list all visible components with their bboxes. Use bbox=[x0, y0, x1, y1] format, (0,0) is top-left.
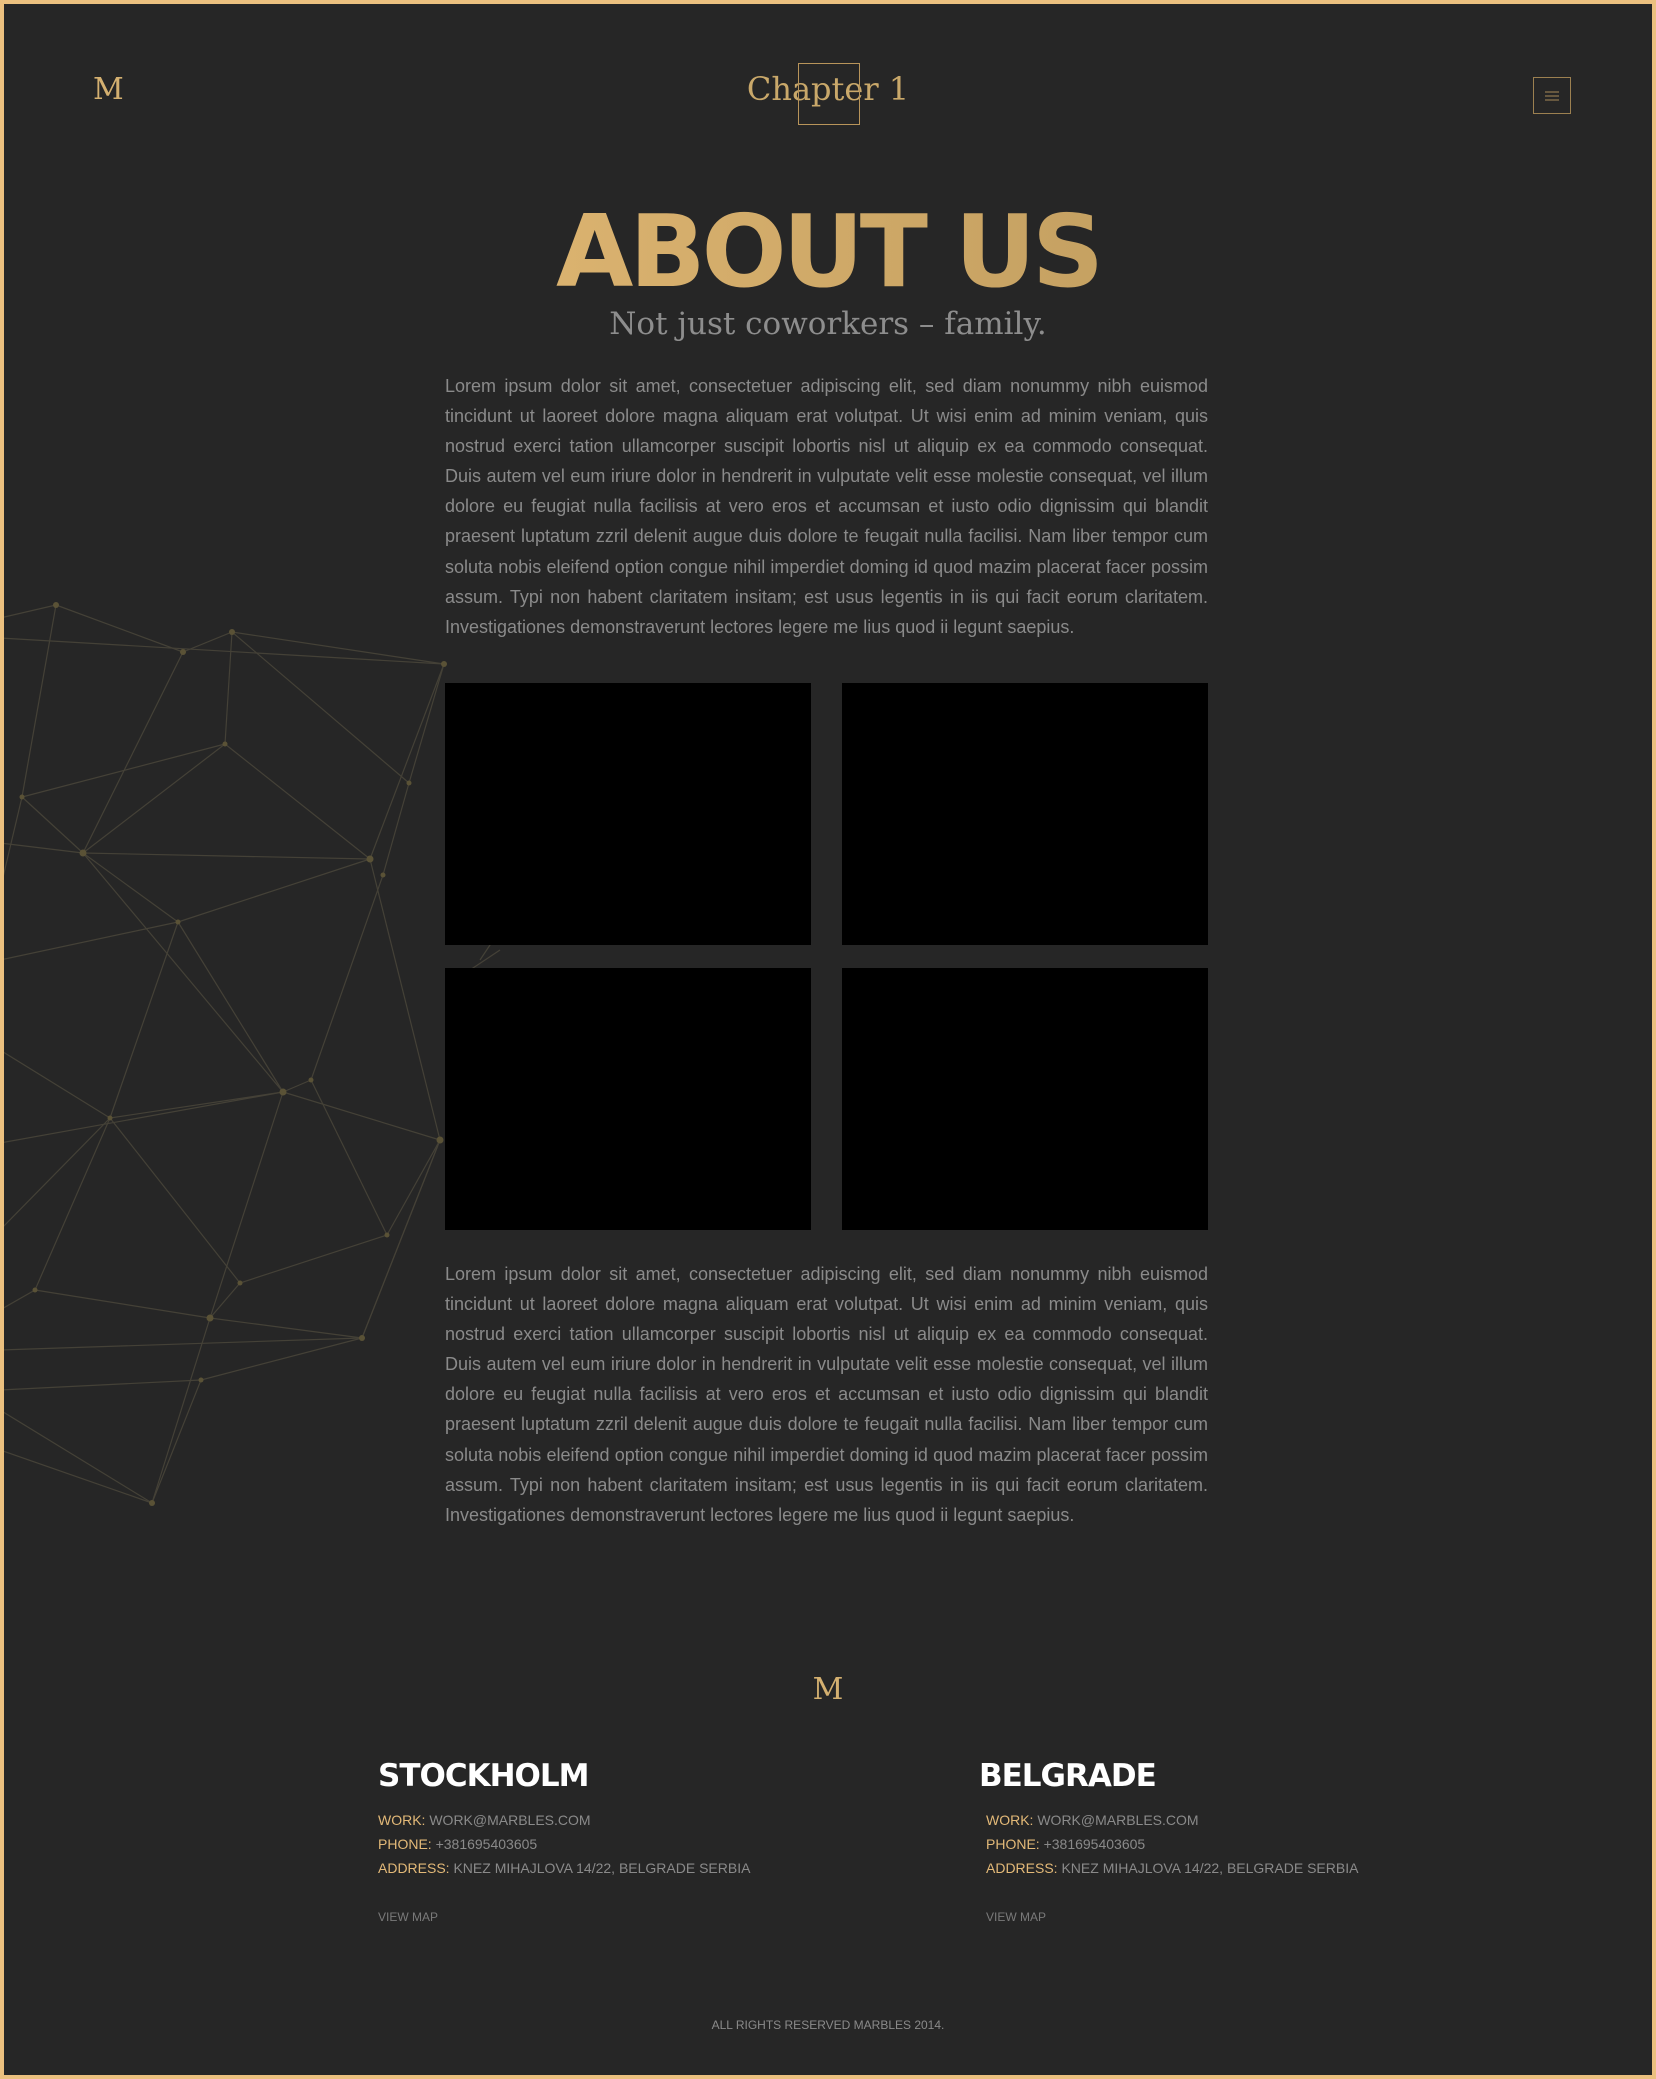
office-address: ADDRESS: KNEZ MIHAJLOVA 14/22, BELGRADE … bbox=[378, 1856, 750, 1880]
network-decoration bbox=[0, 602, 501, 1506]
gallery-photo[interactable] bbox=[842, 683, 1208, 945]
phone-label: PHONE: bbox=[986, 1836, 1040, 1852]
gallery-photo[interactable] bbox=[842, 968, 1208, 1230]
office-city: BELGRADE bbox=[979, 1758, 1157, 1794]
office-city: STOCKHOLM bbox=[378, 1758, 590, 1794]
office-work: WORK: WORK@MARBLES.COM bbox=[986, 1808, 1358, 1832]
phone-number[interactable]: +381695403605 bbox=[436, 1836, 538, 1852]
copyright-text: ALL RIGHTS RESERVED MARBLES 2014. bbox=[711, 2018, 945, 2032]
address-label: ADDRESS: bbox=[378, 1860, 450, 1876]
office-address: ADDRESS: KNEZ MIHAJLOVA 14/22, BELGRADE … bbox=[986, 1856, 1358, 1880]
phone-number[interactable]: +381695403605 bbox=[1044, 1836, 1146, 1852]
address-value: KNEZ MIHAJLOVA 14/22, BELGRADE SERBIA bbox=[453, 1860, 751, 1876]
office-phone: PHONE: +381695403605 bbox=[378, 1832, 750, 1856]
office-belgrade: BELGRADE WORK: WORK@MARBLES.COM PHONE: +… bbox=[979, 1758, 1358, 1926]
page-title: ABOUT US bbox=[0, 192, 1656, 312]
gallery-photo[interactable] bbox=[445, 968, 811, 1230]
view-map-link[interactable]: VIEW MAP bbox=[378, 1910, 438, 1924]
address-label: ADDRESS: bbox=[986, 1860, 1058, 1876]
page-subtitle: Not just coworkers – family. bbox=[609, 306, 1047, 342]
intro-paragraph: Lorem ipsum dolor sit amet, consectetuer… bbox=[445, 376, 1208, 637]
office-stockholm: STOCKHOLM WORK: WORK@MARBLES.COM PHONE: … bbox=[378, 1758, 750, 1926]
footer-logo: M bbox=[812, 1672, 844, 1707]
body-paragraph: Lorem ipsum dolor sit amet, consectetuer… bbox=[445, 1264, 1208, 1525]
phone-label: PHONE: bbox=[378, 1836, 432, 1852]
address-value: KNEZ MIHAJLOVA 14/22, BELGRADE SERBIA bbox=[1061, 1860, 1359, 1876]
title-frame-decoration bbox=[798, 63, 860, 125]
office-work: WORK: WORK@MARBLES.COM bbox=[378, 1808, 750, 1832]
work-label: WORK: bbox=[986, 1812, 1034, 1828]
office-phone: PHONE: +381695403605 bbox=[986, 1832, 1358, 1856]
work-email[interactable]: WORK@MARBLES.COM bbox=[429, 1812, 590, 1828]
gallery-photo[interactable] bbox=[445, 683, 811, 945]
work-email[interactable]: WORK@MARBLES.COM bbox=[1037, 1812, 1198, 1828]
work-label: WORK: bbox=[378, 1812, 426, 1828]
view-map-link[interactable]: VIEW MAP bbox=[986, 1910, 1046, 1924]
photo-gallery bbox=[445, 683, 1208, 1230]
